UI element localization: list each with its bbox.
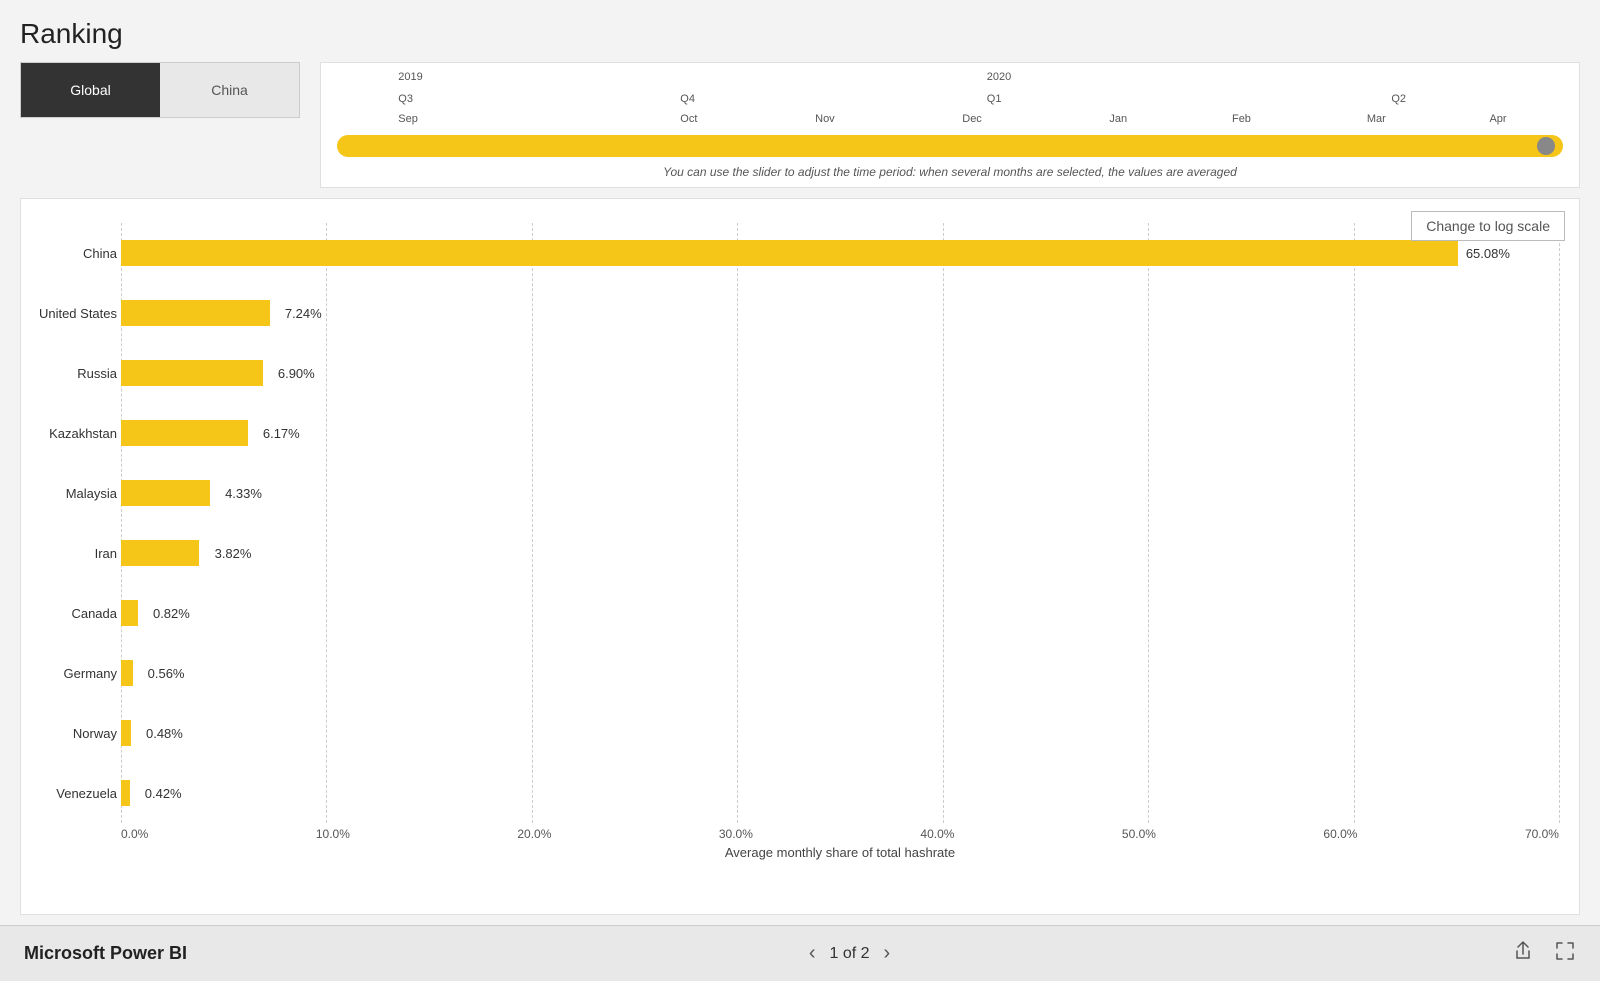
bar-fill: 65.08% (121, 240, 1458, 266)
bar-value: 7.24% (285, 306, 322, 321)
x-axis-label: 30.0% (719, 827, 753, 841)
quarter-labels: Q3 Q4 Q1 Q2 (337, 93, 1563, 109)
bar-label: Venezuela (29, 786, 117, 801)
pagination: ‹ 1 of 2 › (809, 942, 890, 965)
year-label-2019: 2019 (398, 71, 422, 83)
month-mar: Mar (1367, 113, 1386, 125)
month-sep: Sep (398, 113, 418, 125)
bar-fill: 0.42% (121, 780, 130, 806)
bar-fill: 3.82% (121, 540, 199, 566)
x-axis-label: 0.0% (121, 827, 148, 841)
slider-handle-right[interactable] (1537, 137, 1555, 155)
chart-area: China65.08%United States7.24%Russia6.90%… (31, 213, 1559, 900)
bar-label: Germany (29, 666, 117, 681)
quarter-q2: Q2 (1391, 93, 1406, 105)
bar-value: 3.82% (215, 546, 252, 561)
log-scale-button[interactable]: Change to log scale (1411, 211, 1565, 241)
x-axis-label: 70.0% (1525, 827, 1559, 841)
x-axis-label: 20.0% (517, 827, 551, 841)
quarter-q4: Q4 (680, 93, 695, 105)
slider-hint: You can use the slider to adjust the tim… (337, 165, 1563, 179)
next-page-button[interactable]: › (884, 942, 891, 965)
bar-fill: 7.24% (121, 300, 270, 326)
bar-fill: 0.48% (121, 720, 131, 746)
bar-fill: 0.82% (121, 600, 138, 626)
powerbi-brand: Microsoft Power BI (24, 943, 187, 964)
month-jan: Jan (1109, 113, 1127, 125)
year-labels: 2019 2020 (337, 71, 1563, 89)
month-feb: Feb (1232, 113, 1251, 125)
bar-row: Norway0.48% (121, 717, 1559, 749)
bar-label: Kazakhstan (29, 426, 117, 441)
bar-value: 0.82% (153, 606, 190, 621)
x-axis-label: 50.0% (1122, 827, 1156, 841)
month-apr: Apr (1489, 113, 1506, 125)
x-axis-label: 60.0% (1323, 827, 1357, 841)
bar-label: Iran (29, 546, 117, 561)
bar-value: 6.17% (263, 426, 300, 441)
bar-row: Russia6.90% (121, 357, 1559, 389)
month-oct: Oct (680, 113, 697, 125)
share-icon[interactable] (1512, 940, 1534, 968)
bar-row: Venezuela0.42% (121, 777, 1559, 809)
tab-china[interactable]: China (160, 63, 299, 117)
time-slider-section: 2019 2020 Q3 Q4 Q1 Q2 Sep Oct Nov Dec Ja… (320, 62, 1580, 188)
bar-value: 6.90% (278, 366, 315, 381)
bar-value: 0.56% (148, 666, 185, 681)
bar-label: Canada (29, 606, 117, 621)
x-axis: 0.0% 10.0% 20.0% 30.0% 40.0% 50.0% 60.0% 70.0% (121, 827, 1559, 841)
bar-row: Malaysia4.33% (121, 477, 1559, 509)
page-info: 1 of 2 (830, 945, 870, 963)
bar-row: Canada0.82% (121, 597, 1559, 629)
bar-fill: 6.90% (121, 360, 263, 386)
quarter-q1: Q1 (987, 93, 1002, 105)
chart-inner: China65.08% United States7.24% Russia6.90%… (121, 223, 1559, 823)
bar-row: Iran3.82% (121, 537, 1559, 569)
bar-label: Malaysia (29, 486, 117, 501)
bar-label: China (29, 246, 117, 261)
bar-value: 4.33% (225, 486, 262, 501)
year-label-2020: 2020 (987, 71, 1011, 83)
bar-label: Russia (29, 366, 117, 381)
month-nov: Nov (815, 113, 835, 125)
bar-fill: 4.33% (121, 480, 210, 506)
bar-value: 65.08% (1466, 246, 1510, 261)
bottom-actions (1512, 940, 1576, 968)
bar-label: Norway (29, 726, 117, 741)
bar-row: United States7.24% (121, 297, 1559, 329)
bars-wrapper: China65.08% United States7.24% Russia6.90%… (121, 223, 1559, 823)
bottom-bar: Microsoft Power BI ‹ 1 of 2 › (0, 925, 1600, 981)
page-title: Ranking (20, 18, 1580, 50)
month-labels: Sep Oct Nov Dec Jan Feb Mar Apr (337, 113, 1563, 129)
x-axis-label: 10.0% (316, 827, 350, 841)
prev-page-button[interactable]: ‹ (809, 942, 816, 965)
grid-line (1559, 223, 1560, 823)
bar-value: 0.48% (146, 726, 183, 741)
quarter-q3: Q3 (398, 93, 413, 105)
chart-container: Change to log scale China65.08%United St… (20, 198, 1580, 915)
bar-label: United States (29, 306, 117, 321)
month-dec: Dec (962, 113, 982, 125)
slider-track[interactable] (337, 135, 1563, 157)
fullscreen-icon[interactable] (1554, 940, 1576, 968)
bar-fill: 6.17% (121, 420, 248, 446)
x-axis-title: Average monthly share of total hashrate (121, 845, 1559, 860)
tab-group: Global China (20, 62, 300, 118)
bar-fill: 0.56% (121, 660, 133, 686)
bar-row: Kazakhstan6.17% (121, 417, 1559, 449)
bar-row: Germany0.56% (121, 657, 1559, 689)
tab-global[interactable]: Global (21, 63, 160, 117)
bar-value: 0.42% (145, 786, 182, 801)
x-axis-label: 40.0% (920, 827, 954, 841)
bar-row: China65.08% (121, 237, 1559, 269)
